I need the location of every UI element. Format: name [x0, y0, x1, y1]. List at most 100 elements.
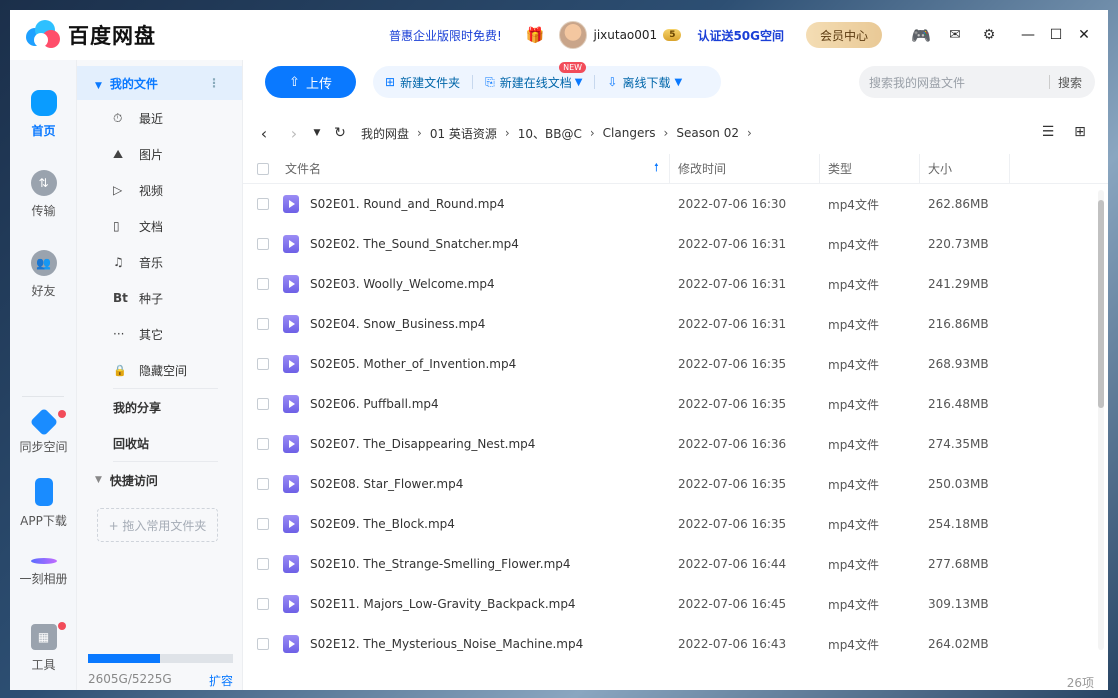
rail-tools[interactable]: ▦ 工具: [10, 622, 77, 673]
table-row[interactable]: S02E09. The_Block.mp4 2022-07-06 16:35 mp4…: [243, 504, 1098, 544]
sort-icon[interactable]: ☰: [1032, 124, 1064, 140]
grid-view-icon[interactable]: ⊞: [1064, 124, 1096, 140]
username[interactable]: jixutao001: [594, 28, 658, 42]
table-row[interactable]: S02E07. The_Disappearing_Nest.mp4 2022-07…: [243, 424, 1098, 464]
scrollbar[interactable]: [1097, 190, 1105, 650]
table-row[interactable]: S02E02. The_Sound_Snatcher.mp4 2022-07-06…: [243, 224, 1098, 264]
file-name[interactable]: S02E12. The_Mysterious_Noise_Machine.mp4: [310, 637, 583, 651]
game-controller-icon[interactable]: 🎮: [904, 26, 938, 45]
minimize-icon[interactable]: —: [1014, 27, 1042, 43]
file-name[interactable]: S02E04. Snow_Business.mp4: [310, 317, 485, 331]
gift-icon[interactable]: 🎁: [526, 26, 545, 44]
search-input[interactable]: 搜索我的网盘文件: [859, 74, 1049, 91]
certification-link[interactable]: 认证送50G空间: [697, 27, 784, 44]
file-name[interactable]: S02E06. Puffball.mp4: [310, 397, 439, 411]
rail-app-download[interactable]: APP下载: [10, 478, 77, 529]
table-row[interactable]: S02E01. Round_and_Round.mp4 2022-07-06 16…: [243, 184, 1098, 224]
file-type: mp4文件: [828, 637, 879, 652]
file-name[interactable]: S02E11. Majors_Low-Gravity_Backpack.mp4: [310, 597, 576, 611]
breadcrumb-item[interactable]: Season 02: [676, 126, 739, 140]
avatar[interactable]: [558, 21, 587, 49]
rail-album[interactable]: 一刻相册: [10, 548, 77, 587]
row-checkbox[interactable]: [257, 638, 269, 650]
offline-download-button[interactable]: ⇩ 离线下载 ▼: [595, 74, 694, 91]
drop-folder-zone[interactable]: + 拖入常用文件夹: [97, 508, 218, 542]
file-name[interactable]: S02E08. Star_Flower.mp4: [310, 477, 463, 491]
file-name[interactable]: S02E07. The_Disappearing_Nest.mp4: [310, 437, 535, 451]
scroll-thumb[interactable]: [1098, 200, 1104, 408]
upload-button[interactable]: ⇧ 上传: [265, 66, 356, 98]
row-checkbox[interactable]: [257, 478, 269, 490]
new-folder-button[interactable]: ⊞ 新建文件夹: [373, 74, 472, 91]
table-row[interactable]: S02E03. Woolly_Welcome.mp4 2022-07-06 16:…: [243, 264, 1098, 304]
nav-recent[interactable]: ⏱ 最近: [77, 100, 242, 136]
select-all-checkbox[interactable]: [257, 162, 269, 175]
file-name[interactable]: S02E02. The_Sound_Snatcher.mp4: [310, 237, 519, 251]
breadcrumb-item[interactable]: 01 英语资源: [430, 125, 497, 142]
nav-label: 图片: [139, 147, 164, 162]
nav-images[interactable]: ⛰ 图片: [77, 136, 242, 172]
column-name[interactable]: 文件名: [285, 160, 321, 177]
nav-videos[interactable]: ▷ 视频: [77, 172, 242, 208]
breadcrumb-item[interactable]: Clangers: [603, 126, 656, 140]
nav-others[interactable]: ··· 其它: [77, 316, 242, 352]
maximize-icon[interactable]: ☐: [1042, 27, 1070, 43]
table-row[interactable]: S02E12. The_Mysterious_Noise_Machine.mp4…: [243, 624, 1098, 664]
nav-documents[interactable]: ▯ 文档: [77, 208, 242, 244]
table-row[interactable]: S02E08. Star_Flower.mp4 2022-07-06 16:35 m…: [243, 464, 1098, 504]
expand-storage-link[interactable]: 扩容: [209, 672, 233, 689]
more-options-icon[interactable]: ⋮: [208, 76, 220, 90]
nav-hidden-space[interactable]: 🔒 隐藏空间: [77, 352, 242, 388]
row-checkbox[interactable]: [257, 518, 269, 530]
search-button[interactable]: 搜索: [1050, 74, 1082, 91]
search-box[interactable]: 搜索我的网盘文件 搜索: [859, 66, 1095, 98]
file-size: 262.86MB: [928, 197, 989, 211]
row-checkbox[interactable]: [257, 278, 269, 290]
rail-home[interactable]: 首页: [10, 90, 77, 139]
row-checkbox[interactable]: [257, 398, 269, 410]
column-size[interactable]: 大小: [928, 160, 952, 177]
table-row[interactable]: S02E05. Mother_of_Invention.mp4 2022-07-0…: [243, 344, 1098, 384]
nav-recycle-bin[interactable]: 回收站: [77, 425, 242, 461]
nav-my-files[interactable]: ▼ 我的文件 ⋮: [77, 66, 242, 100]
rail-sync-space[interactable]: 同步空间: [10, 407, 77, 455]
nav-my-share[interactable]: 我的分享: [77, 389, 242, 425]
row-checkbox[interactable]: [257, 438, 269, 450]
table-row[interactable]: S02E10. The_Strange-Smelling_Flower.mp4 2…: [243, 544, 1098, 584]
mail-icon[interactable]: ✉: [938, 27, 972, 43]
file-name[interactable]: S02E05. Mother_of_Invention.mp4: [310, 357, 516, 371]
row-checkbox[interactable]: [257, 358, 269, 370]
breadcrumb-item[interactable]: 我的网盘: [361, 125, 409, 142]
nav-music[interactable]: ♫ 音乐: [77, 244, 242, 280]
file-name[interactable]: S02E10. The_Strange-Smelling_Flower.mp4: [310, 557, 571, 571]
close-icon[interactable]: ✕: [1070, 27, 1098, 43]
file-name[interactable]: S02E01. Round_and_Round.mp4: [310, 197, 505, 211]
table-row[interactable]: S02E06. Puffball.mp4 2022-07-06 16:35 mp4文…: [243, 384, 1098, 424]
row-checkbox[interactable]: [257, 598, 269, 610]
column-type[interactable]: 类型: [828, 160, 852, 177]
rail-transfer[interactable]: ⇅ 传输: [10, 170, 77, 219]
nav-torrents[interactable]: Bt 种子: [77, 280, 242, 316]
file-name[interactable]: S02E09. The_Block.mp4: [310, 517, 455, 531]
row-checkbox[interactable]: [257, 198, 269, 210]
settings-icon[interactable]: ⚙: [972, 27, 1006, 43]
back-icon[interactable]: ‹: [249, 124, 279, 143]
nav-quick-access[interactable]: ▼ 快捷访问: [77, 462, 242, 498]
file-name[interactable]: S02E03. Woolly_Welcome.mp4: [310, 277, 495, 291]
row-checkbox[interactable]: [257, 318, 269, 330]
file-time: 2022-07-06 16:44: [678, 557, 787, 571]
table-row[interactable]: S02E04. Snow_Business.mp4 2022-07-06 16:3…: [243, 304, 1098, 344]
row-checkbox[interactable]: [257, 558, 269, 570]
vip-center-button[interactable]: 会员中心: [806, 22, 883, 48]
enterprise-promo-link[interactable]: 普惠企业版限时免费!: [389, 27, 502, 44]
history-dropdown-icon[interactable]: ▼: [309, 128, 325, 138]
forward-icon[interactable]: ›: [279, 124, 309, 143]
refresh-icon[interactable]: ↻: [325, 125, 355, 141]
column-modified-time[interactable]: 修改时间: [678, 160, 726, 177]
breadcrumb-item[interactable]: 10、BB@C: [518, 125, 582, 142]
sort-ascending-icon[interactable]: 🠕: [654, 159, 659, 178]
new-online-doc-button[interactable]: ⎘ 新建在线文档 ▼ NEW: [473, 61, 594, 91]
table-row[interactable]: S02E11. Majors_Low-Gravity_Backpack.mp4 2…: [243, 584, 1098, 624]
row-checkbox[interactable]: [257, 238, 269, 250]
rail-friends[interactable]: 👥 好友: [10, 250, 77, 299]
